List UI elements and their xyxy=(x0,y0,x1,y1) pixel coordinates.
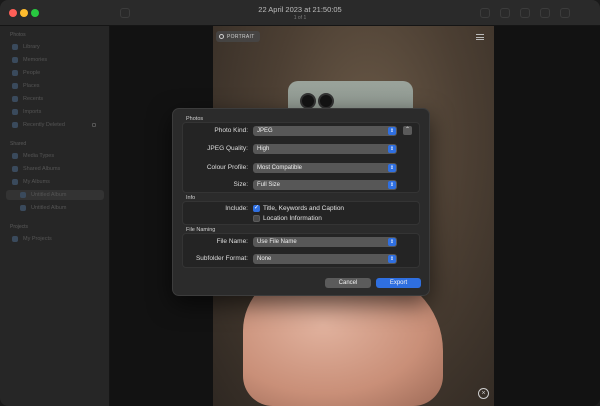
chevron-updown-icon: ⇕ xyxy=(388,181,396,189)
album-icon xyxy=(20,192,26,198)
sidebar-section-shared: Shared xyxy=(10,141,27,147)
sidebar-item-people[interactable]: People xyxy=(12,68,104,78)
portrait-icon xyxy=(219,34,224,39)
memories-icon xyxy=(12,57,18,63)
file-name-select[interactable]: Use File Name ⇕ xyxy=(253,237,397,247)
menu-icon[interactable] xyxy=(476,34,484,40)
recents-icon xyxy=(12,96,18,102)
cancel-button[interactable]: Cancel xyxy=(325,278,371,288)
subfolder-format-select[interactable]: None ⇕ xyxy=(253,254,397,264)
sidebar-item-memories[interactable]: Memories xyxy=(12,55,104,65)
sidebar-item-places[interactable]: Places xyxy=(12,81,104,91)
title-bar: 22 April 2023 at 21:50:05 1 of 1 xyxy=(0,0,600,26)
sidebar-item-my-projects[interactable]: My Projects xyxy=(12,234,104,244)
size-label: Size: xyxy=(233,181,248,188)
chevron-updown-icon: ⇕ xyxy=(388,145,396,153)
lock-icon xyxy=(92,123,96,127)
trash-icon xyxy=(12,122,18,128)
colour-profile-label: Colour Profile: xyxy=(206,164,248,171)
sidebar-section-projects: Projects xyxy=(10,224,29,230)
sidebar-item-library[interactable]: Library xyxy=(12,42,104,52)
sidebar-item-my-albums[interactable]: My Albums xyxy=(12,177,104,187)
folder-icon xyxy=(12,153,18,159)
camera-lens xyxy=(300,93,316,109)
sidebar-item-imports[interactable]: Imports xyxy=(12,107,104,117)
window-title: 22 April 2023 at 21:50:05 xyxy=(258,5,342,14)
photo-kind-label: Photo Kind: xyxy=(214,127,248,134)
sidebar-section-photos: Photos xyxy=(10,32,26,38)
file-name-label: File Name: xyxy=(216,238,248,245)
sidebar-item-recents[interactable]: Recents xyxy=(12,94,104,104)
export-button[interactable]: Export xyxy=(376,278,421,288)
camera-lens xyxy=(318,93,334,109)
window-subtitle: 1 of 1 xyxy=(293,15,307,21)
close-icon[interactable]: × xyxy=(478,388,489,399)
chevron-updown-icon: ⇕ xyxy=(388,127,396,135)
location-checkbox[interactable] xyxy=(253,215,260,222)
subfolder-format-label: Subfolder Format: xyxy=(195,255,248,262)
photos-window: 22 April 2023 at 21:50:05 1 of 1 Photos … xyxy=(0,0,600,406)
title-keywords-checkbox[interactable]: ✓ xyxy=(253,205,260,212)
sidebar-item-shared-albums[interactable]: Shared Albums xyxy=(12,164,104,174)
photo-kind-select[interactable]: JPEG ⇕ xyxy=(253,126,397,136)
include-label: Include: xyxy=(225,205,248,212)
chevron-updown-icon: ⇕ xyxy=(388,255,396,263)
location-checkbox-label: Location Information xyxy=(263,215,322,222)
sidebar-item-recently-deleted[interactable]: Recently Deleted xyxy=(12,120,104,130)
portrait-badge[interactable]: PORTRAIT xyxy=(216,31,260,42)
sidebar-item-untitled-album-selected[interactable]: Untitled Album xyxy=(6,190,104,200)
sidebar-item-media-types[interactable]: Media Types xyxy=(12,151,104,161)
imports-icon xyxy=(12,109,18,115)
places-icon xyxy=(12,83,18,89)
folder-icon xyxy=(12,166,18,172)
folder-icon xyxy=(12,179,18,185)
sidebar-item-untitled-album[interactable]: Untitled Album xyxy=(20,203,104,213)
colour-profile-select[interactable]: Most Compatible ⇕ xyxy=(253,163,397,173)
chevron-updown-icon: ⇕ xyxy=(388,164,396,172)
sidebar: Photos Library Memories People Places Re… xyxy=(0,26,110,406)
jpeg-quality-select[interactable]: High ⇕ xyxy=(253,144,397,154)
album-icon xyxy=(20,205,26,211)
size-select[interactable]: Full Size ⇕ xyxy=(253,180,397,190)
chevron-updown-icon: ⇕ xyxy=(388,238,396,246)
disclosure-button[interactable]: ⌃ xyxy=(403,126,412,135)
jpeg-quality-label: JPEG Quality: xyxy=(207,145,248,152)
library-icon xyxy=(12,44,18,50)
folder-icon xyxy=(12,236,18,242)
people-icon xyxy=(12,70,18,76)
title-keywords-checkbox-label: Title, Keywords and Caption xyxy=(263,205,345,212)
